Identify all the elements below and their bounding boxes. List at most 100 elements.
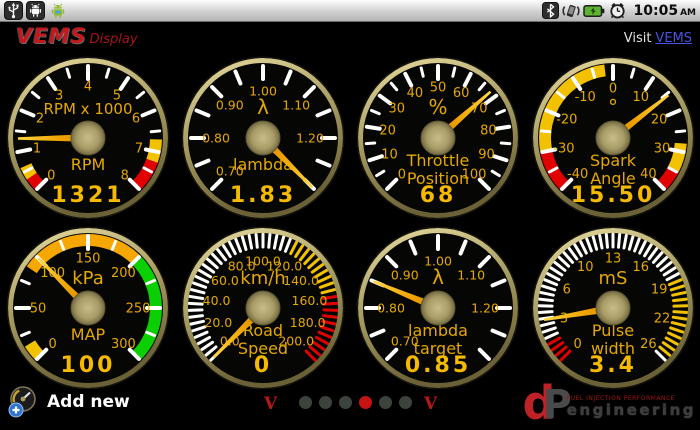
gauge-scale-label: 20.0	[204, 315, 232, 330]
gauge-scale-label: 150	[76, 252, 101, 267]
gauge-scale-label: 10	[381, 147, 398, 162]
dp-engineering-logo: d P FUEL INJECTION PERFORMANCE engineeri…	[523, 387, 696, 420]
status-right-icons: 10:05AM	[542, 1, 697, 20]
gauge-pulse-width[interactable]: 036101316192226mSPulsewidth3.4	[525, 223, 700, 393]
clock: 10:05AM	[634, 3, 697, 19]
gauge-scale-label: 1.10	[282, 97, 310, 112]
gauge-road-speed[interactable]: 0.020.040.060.080.0100.0120.0140.0160.01…	[175, 223, 351, 393]
gauge-scale-label: -20	[556, 112, 577, 127]
gauge-hub	[596, 121, 630, 155]
page-dot[interactable]	[299, 396, 312, 409]
add-new-label: Add new	[47, 392, 130, 412]
gauge-scale-label: 20	[651, 112, 668, 127]
status-bar: 10:05AM	[0, 0, 700, 22]
gauge-scale-label: 8	[121, 168, 129, 183]
gauge-scale-label: 13	[605, 252, 622, 267]
gauge-face-throttle-position: 0102030405060708090100%ThrottlePosition6…	[350, 53, 526, 223]
gauge-unit-label: km/h	[240, 268, 285, 289]
gauge-face-lambda: 0.700.800.901.001.101.20λlambda1.83	[175, 53, 351, 223]
gauge-face-spark-angle: -40-30-20-10010203040°SparkAngle15.50	[525, 53, 700, 223]
gauge-scale-label: 1.10	[457, 267, 485, 282]
add-new-button[interactable]: Add new	[6, 386, 130, 418]
gauge-scale-label: 20	[379, 124, 396, 139]
gauge-scale-label: 1.20	[471, 301, 499, 316]
gauge-scale-label: 160.0	[292, 293, 328, 308]
gauge-scale-label: -10	[575, 90, 596, 105]
gauge-throttle-position[interactable]: 0102030405060708090100%ThrottlePosition6…	[350, 53, 526, 223]
gauge-map[interactable]: 050100150200250300kPaMAP100	[0, 223, 176, 393]
gauge-scale-label: 90	[478, 147, 495, 162]
gauge-scale-label: 1	[33, 142, 41, 157]
gauge-scale-label: 6	[563, 282, 571, 297]
gauge-scale-label: 10	[633, 90, 650, 105]
gauge-value: 68	[420, 183, 457, 208]
gauge-hub	[246, 121, 280, 155]
gauge-scale-label: 180.0	[290, 315, 326, 330]
vibrate-icon	[562, 2, 580, 20]
gauge-name-label: RPM	[71, 155, 106, 174]
page-dot[interactable]	[379, 396, 392, 409]
gauge-grid: 012345678RPM x 1000RPM13210.700.800.901.…	[0, 0, 700, 420]
gauge-scale-label: 16	[633, 260, 650, 275]
gauge-face-map: 050100150200250300kPaMAP100	[0, 223, 176, 393]
gauge-scale-label: 30	[388, 102, 405, 117]
page-dot-active[interactable]	[359, 396, 372, 409]
gauge-scale-label: 10	[577, 260, 594, 275]
gauge-scale-label: 250	[126, 302, 151, 317]
visit-text: Visit	[624, 31, 652, 46]
gauge-scale-label: 200	[111, 266, 136, 281]
gauge-value: 1321	[51, 183, 124, 208]
gauge-value: 3.4	[589, 353, 637, 378]
page-dot[interactable]	[399, 396, 412, 409]
vems-logo-text: VEMS	[16, 24, 87, 48]
gauge-scale-label: 0.90	[391, 267, 419, 282]
gauge-lambda-target[interactable]: 0.700.800.901.001.101.20λlambdatarget0.8…	[350, 223, 526, 393]
app-header: VEMSDisplay VisitVEMS	[0, 22, 700, 54]
gauge-unit-label: °	[608, 95, 618, 119]
gauge-scale-label: 50	[430, 81, 447, 96]
visit-row: VisitVEMS	[624, 31, 692, 46]
gauge-hub	[596, 291, 630, 325]
gauge-scale-label: 0.80	[377, 301, 405, 316]
gauge-scale-label: 40.0	[203, 293, 231, 308]
gauge-scale-label: 1.20	[296, 131, 324, 146]
vems-link[interactable]: VEMS	[655, 31, 692, 46]
gauge-scale-label: 22	[654, 311, 671, 326]
gauge-scale-label: 40	[640, 167, 657, 182]
gauge-value: 100	[61, 353, 116, 378]
gauge-scale-label: 80	[480, 124, 497, 139]
gauge-rpm[interactable]: 012345678RPM x 1000RPM1321	[0, 53, 176, 223]
gauge-unit-label: λ	[257, 95, 269, 119]
gauge-scale-label: 6	[132, 112, 140, 127]
gauge-unit-label: λ	[432, 265, 444, 289]
gauge-scale-label: 0	[574, 337, 582, 352]
warning-arrow-left: V	[264, 396, 277, 413]
gauge-lambda[interactable]: 0.700.800.901.001.101.20λlambda1.83	[175, 53, 351, 223]
gauge-scale-label: 7	[135, 142, 143, 157]
brand-name: engineering	[567, 402, 696, 419]
gauge-scale-label: 0	[398, 168, 406, 183]
page-dot[interactable]	[339, 396, 352, 409]
gauge-scale-label: 0	[47, 168, 55, 183]
gauge-unit-label: RPM x 1000	[44, 100, 133, 118]
gauge-hub	[71, 121, 105, 155]
gauge-scale-label: 3	[560, 311, 568, 326]
gauge-scale-label: 50	[30, 302, 47, 317]
bluetooth-icon	[542, 2, 559, 19]
gauge-scale-label: 300	[111, 337, 136, 352]
gauge-scale-label: 0.90	[216, 97, 244, 112]
add-gauge-icon	[6, 386, 40, 418]
gauge-spark-angle[interactable]: -40-30-20-10010203040°SparkAngle15.50	[525, 53, 700, 223]
alarm-icon	[608, 1, 627, 20]
gauge-value: 0	[254, 353, 272, 378]
page-indicator[interactable]	[299, 396, 412, 409]
gauge-face-pulse-width: 036101316192226mSPulsewidth3.4	[525, 223, 700, 393]
gauge-scale-label: 60.0	[211, 273, 239, 288]
vems-display-screen: 10:05AM VEMSDisplay VisitVEMS 012345678R…	[0, 0, 700, 420]
page-dot[interactable]	[319, 396, 332, 409]
gauge-hub	[421, 121, 455, 155]
gauge-scale-label: 0.80	[202, 131, 230, 146]
warning-arrow-right: V	[424, 396, 437, 413]
battery-icon	[583, 4, 605, 18]
gauge-value: 0.85	[405, 353, 471, 378]
